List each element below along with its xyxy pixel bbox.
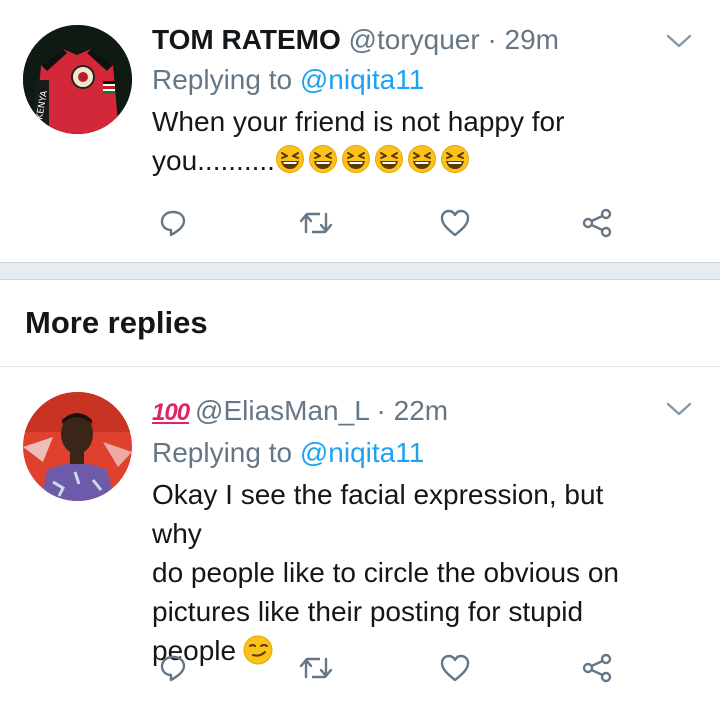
retweet-icon[interactable] <box>298 650 334 686</box>
grinning-squinting-face-icon <box>308 144 338 174</box>
chevron-down-icon[interactable] <box>666 32 692 50</box>
avatar-kenya-jersey-icon: KENYA <box>23 25 132 134</box>
hundred-points-icon: 100 <box>152 399 190 426</box>
tweet-text-line: When your friend is not happy for <box>152 106 565 137</box>
replying-to: Replying to @niqita11 <box>152 62 660 98</box>
replying-to: Replying to @niqita11 <box>152 435 660 471</box>
tweet-actions <box>0 650 720 690</box>
grinning-squinting-face-icon <box>440 144 470 174</box>
reply-icon[interactable] <box>155 650 191 686</box>
tweet-text-fragment: you.......... <box>152 145 275 176</box>
avatar[interactable]: KENYA <box>23 25 132 134</box>
grinning-squinting-face-icon <box>374 144 404 174</box>
share-icon[interactable] <box>579 650 615 686</box>
section-divider <box>0 262 720 280</box>
chevron-down-icon[interactable] <box>666 400 692 418</box>
grinning-squinting-face-icon <box>275 144 305 174</box>
reply-icon[interactable] <box>155 205 191 241</box>
tweet-text-line: you.......... <box>152 141 660 180</box>
timestamp[interactable]: · 29m <box>487 24 559 55</box>
display-name[interactable]: TOM RATEMO <box>152 24 341 55</box>
tweet-text-line: do people like to circle the obvious on <box>152 557 619 588</box>
tweet-text: When your friend is not happy for you...… <box>152 102 660 180</box>
tweet-actions <box>0 205 720 245</box>
tweet-header: TOM RATEMO @toryquer · 29m <box>152 22 660 58</box>
retweet-icon[interactable] <box>298 205 334 241</box>
handle[interactable]: @toryquer <box>349 24 480 55</box>
tweet-content: 100 @EliasMan_L · 22m Replying to @niqita… <box>152 393 660 670</box>
tweet-text-line: Okay I see the facial expression, but wh… <box>152 479 604 549</box>
emoji-group <box>275 145 473 176</box>
tweet-text-line: pictures like their posting for stupid <box>152 596 584 627</box>
tweet-text: Okay I see the facial expression, but wh… <box>152 475 660 670</box>
mention-link[interactable]: @niqita11 <box>300 437 424 468</box>
share-icon[interactable] <box>579 205 615 241</box>
like-icon[interactable] <box>437 205 473 241</box>
handle[interactable]: @EliasMan_L <box>195 395 369 426</box>
tweet-tom-ratemo[interactable]: KENYA TOM RATEMO @toryquer · 29m Replyin… <box>0 0 720 262</box>
avatar[interactable] <box>23 392 132 501</box>
timestamp[interactable]: · 22m <box>377 395 449 426</box>
tweet-header: 100 @EliasMan_L · 22m <box>152 393 660 431</box>
mention-link[interactable]: @niqita11 <box>300 64 424 95</box>
like-icon[interactable] <box>437 650 473 686</box>
grinning-squinting-face-icon <box>341 144 371 174</box>
grinning-squinting-face-icon <box>407 144 437 174</box>
replying-prefix: Replying to <box>152 64 293 95</box>
tweet-content: TOM RATEMO @toryquer · 29m Replying to @… <box>152 22 660 180</box>
replying-prefix: Replying to <box>152 437 293 468</box>
section-title: More replies <box>25 305 208 340</box>
avatar-man-red-background-icon <box>23 392 132 501</box>
